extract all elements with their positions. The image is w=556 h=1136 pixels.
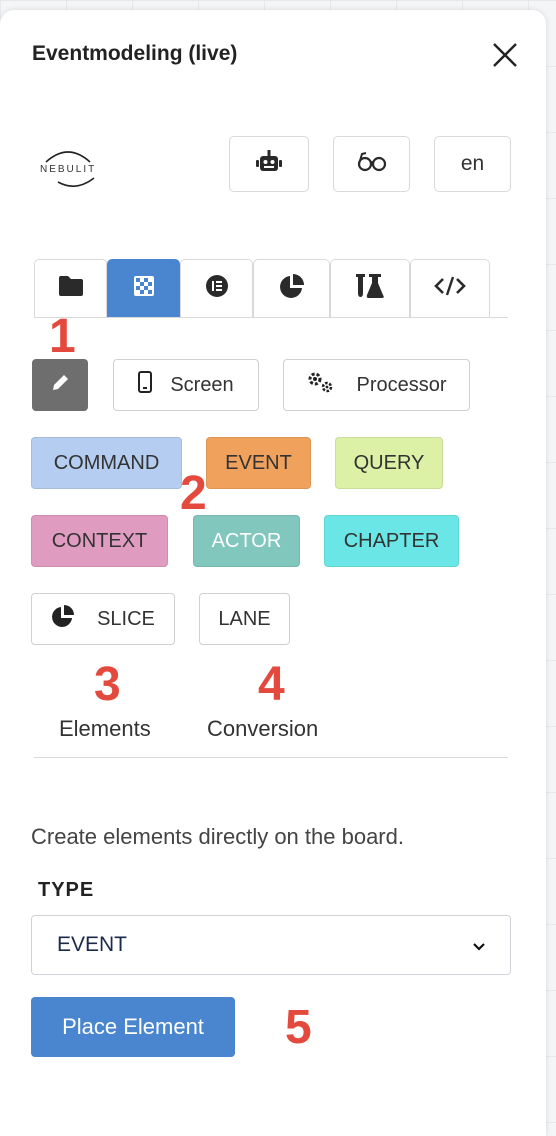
annotation-number: 1: [49, 310, 76, 363]
slice-button[interactable]: SLICE: [31, 593, 175, 645]
annotation-number: 4: [258, 658, 285, 711]
glasses-button[interactable]: [333, 136, 410, 192]
code-icon: [434, 275, 466, 302]
robot-icon: [255, 149, 283, 180]
flask-icon: [355, 273, 385, 304]
processor-label: Processor: [356, 373, 447, 396]
tab-code[interactable]: [410, 259, 490, 317]
slice-label: SLICE: [97, 607, 155, 630]
type-select[interactable]: EVENT: [31, 915, 511, 975]
description-text: Create elements directly on the board.: [31, 824, 404, 849]
annotation-number: 5: [285, 1001, 312, 1054]
tab-tests[interactable]: [330, 259, 410, 317]
edit-button[interactable]: [32, 359, 88, 411]
pencil-icon: [50, 373, 70, 398]
lane-button[interactable]: LANE: [199, 593, 290, 645]
folder-icon: [58, 275, 84, 302]
command-chip[interactable]: COMMAND: [31, 437, 182, 489]
robot-button[interactable]: [229, 136, 309, 192]
tab-list[interactable]: [180, 259, 253, 317]
type-select-value: EVENT: [57, 933, 128, 956]
subtab-elements[interactable]: Elements: [59, 716, 151, 742]
panel-title: Eventmodeling (live): [32, 42, 238, 65]
processor-button[interactable]: Processor: [283, 359, 470, 411]
annotation-number: 3: [94, 658, 121, 711]
close-icon[interactable]: [492, 42, 518, 68]
chevron-down-icon: [473, 933, 485, 957]
screen-label: Screen: [170, 373, 234, 396]
checkerboard-icon: [133, 276, 154, 301]
tab-divider: [34, 317, 508, 318]
tab-chart[interactable]: [253, 259, 330, 317]
actor-chip[interactable]: ACTOR: [193, 515, 300, 567]
pie-chart-icon: [279, 273, 305, 304]
chapter-chip[interactable]: CHAPTER: [324, 515, 459, 567]
language-button[interactable]: en: [434, 136, 511, 192]
event-chip[interactable]: EVENT: [206, 437, 311, 489]
gears-icon: [306, 371, 334, 399]
mobile-icon: [138, 371, 153, 399]
list-circle-icon: [205, 274, 229, 303]
glasses-icon: [357, 151, 387, 178]
subtab-divider: [34, 757, 508, 758]
query-chip[interactable]: QUERY: [335, 437, 443, 489]
context-chip[interactable]: CONTEXT: [31, 515, 168, 567]
place-element-button[interactable]: Place Element: [31, 997, 235, 1057]
pie-chart-icon: [51, 604, 75, 634]
screen-button[interactable]: Screen: [113, 359, 259, 411]
subtab-conversion[interactable]: Conversion: [207, 716, 318, 742]
type-label: TYPE: [38, 879, 95, 901]
annotation-number: 2: [180, 467, 207, 520]
logo-text: NEBULIT: [40, 164, 97, 175]
tab-board[interactable]: [107, 259, 180, 317]
